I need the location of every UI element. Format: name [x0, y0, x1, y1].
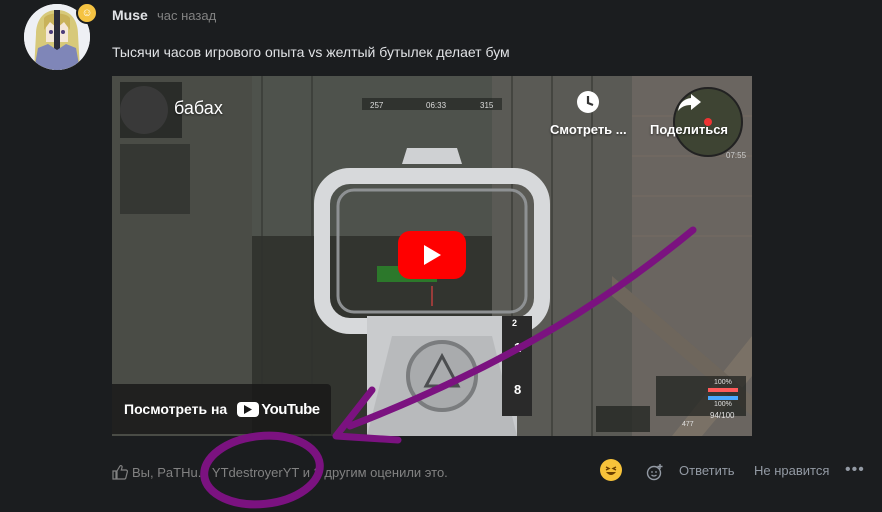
- add-reaction-icon[interactable]: [646, 463, 664, 481]
- author-name[interactable]: Muse: [112, 7, 148, 23]
- reply-button[interactable]: Ответить: [679, 463, 735, 478]
- post-message: Тысячи часов игрового опыта vs желтый бу…: [112, 44, 510, 60]
- video-player[interactable]: 257 06:33 315 07:55 100% 100% 94/100 477…: [112, 76, 752, 436]
- laughing-emoji-icon[interactable]: [600, 459, 622, 481]
- flame-badge-icon: ☺: [76, 2, 98, 24]
- hud-timer: 06:33: [426, 101, 447, 110]
- weapon-slot-1: 1: [514, 340, 521, 355]
- likes-summary[interactable]: Вы, PaTHu... YTdestroyerYT и 3 другим оц…: [132, 465, 448, 480]
- play-button[interactable]: [398, 231, 466, 279]
- watch-on-youtube-button[interactable]: Посмотреть на YouTube: [112, 384, 331, 434]
- post-time[interactable]: час назад: [157, 8, 216, 23]
- weapon-slot-2: 8: [514, 382, 521, 397]
- hud-armor: 100%: [714, 401, 732, 408]
- clock-icon: [577, 91, 600, 113]
- youtube-wordmark: YouTube: [261, 400, 320, 418]
- youtube-play-icon: [237, 401, 260, 417]
- share-arrow-icon: [678, 94, 702, 111]
- post-card: ☺ Muse час назад Тысячи часов игрового о…: [0, 0, 882, 512]
- watch-later-label: Смотреть ...: [550, 122, 627, 137]
- hud-ammo: 94/100: [710, 411, 735, 420]
- watch-later-button[interactable]: Смотреть ...: [550, 88, 627, 137]
- likes-row: Вы, PaTHu... YTdestroyerYT и 3 другим оц…: [112, 459, 870, 483]
- share-label: Поделиться: [650, 122, 729, 137]
- play-icon: [424, 245, 441, 265]
- more-options-button[interactable]: •••: [845, 461, 865, 479]
- hud-health: 100%: [714, 379, 732, 386]
- hud-clock: 07:55: [726, 151, 747, 160]
- hud-score-left: 257: [370, 101, 384, 110]
- channel-icon[interactable]: [120, 86, 168, 134]
- weapon-slot-3: 2: [512, 318, 517, 328]
- hud-score-right: 315: [480, 101, 494, 110]
- youtube-logo: YouTube: [237, 400, 320, 418]
- share-button[interactable]: Поделиться: [650, 88, 728, 137]
- dislike-button[interactable]: Не нравится: [754, 463, 829, 478]
- thumbs-up-icon[interactable]: [112, 464, 128, 480]
- hud-money: 477: [682, 421, 694, 428]
- watch-on-label: Посмотреть на: [124, 401, 228, 417]
- video-title[interactable]: бабах: [174, 98, 223, 119]
